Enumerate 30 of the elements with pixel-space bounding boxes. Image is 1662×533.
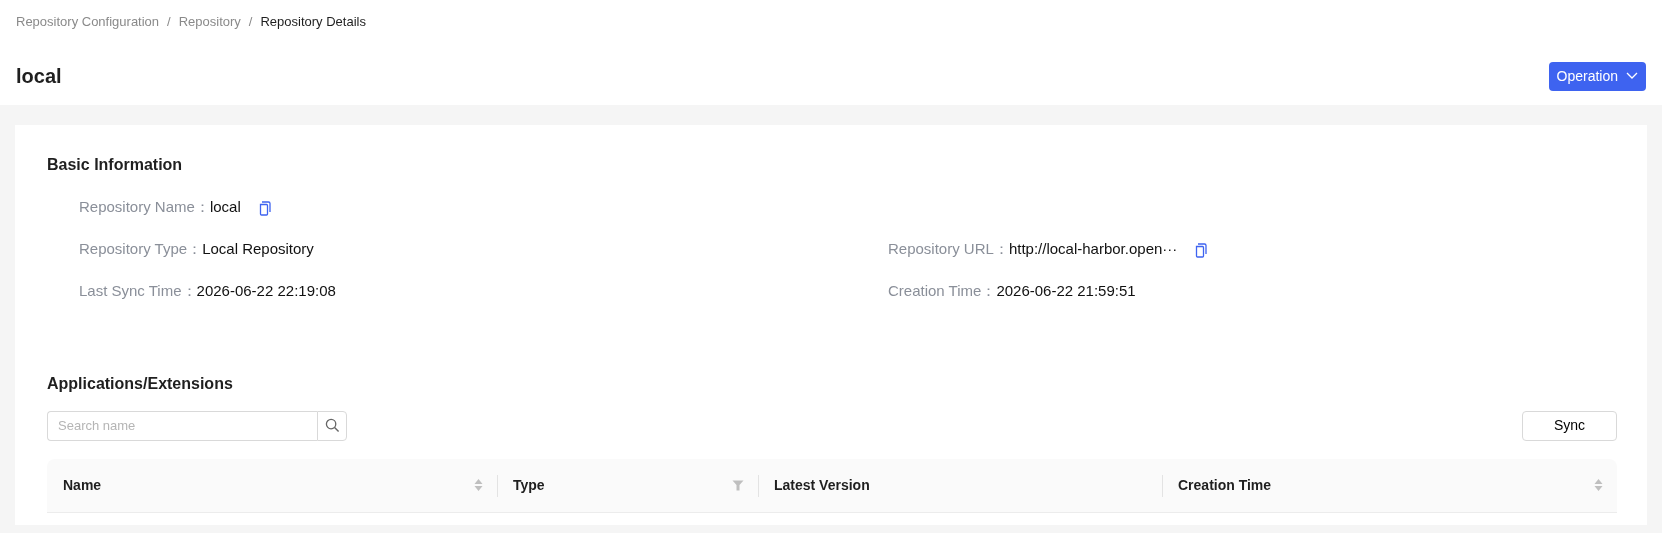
column-header: Latest Version xyxy=(774,475,870,495)
sync-button[interactable]: Sync xyxy=(1522,410,1617,441)
search-field[interactable]: Search name xyxy=(47,410,317,441)
column-header: Name xyxy=(63,475,102,495)
field-label: Repository Type： xyxy=(79,239,203,260)
column-header: Creation Time xyxy=(1178,475,1272,495)
copy-icon xyxy=(258,200,271,216)
operation-button[interactable]: Operation xyxy=(1548,61,1646,91)
section-title: Basic Information xyxy=(47,154,184,174)
breadcrumb-separator: / xyxy=(167,13,171,31)
column-header: Type xyxy=(513,475,545,495)
breadcrumb-link[interactable]: Repository Configuration xyxy=(16,12,160,32)
search-icon xyxy=(324,418,340,434)
copy-icon xyxy=(1195,242,1208,258)
search-button[interactable] xyxy=(317,410,347,441)
chevron-down-icon xyxy=(1626,72,1638,80)
breadcrumb-separator: / xyxy=(248,13,253,31)
field-value: local xyxy=(209,197,241,218)
field-value: Local Repository xyxy=(202,239,314,260)
field-value: 2026-06-22 22:19:08 xyxy=(196,281,336,302)
field-label: Repository Name： xyxy=(79,197,210,218)
field-label: Creation Time： xyxy=(888,281,997,302)
page-title: local xyxy=(16,64,62,88)
field-value: 2026-06-22 21:59:51 xyxy=(996,281,1136,302)
breadcrumb-link[interactable]: Repository xyxy=(178,12,241,32)
field-label: Repository URL： xyxy=(888,239,1009,260)
section-title: Applications/Extensions xyxy=(47,373,234,393)
breadcrumb-current: Repository Details xyxy=(260,13,366,31)
field-value: http://local-harbor.open··· xyxy=(1008,239,1178,260)
field-label: Last Sync Time： xyxy=(79,281,197,302)
